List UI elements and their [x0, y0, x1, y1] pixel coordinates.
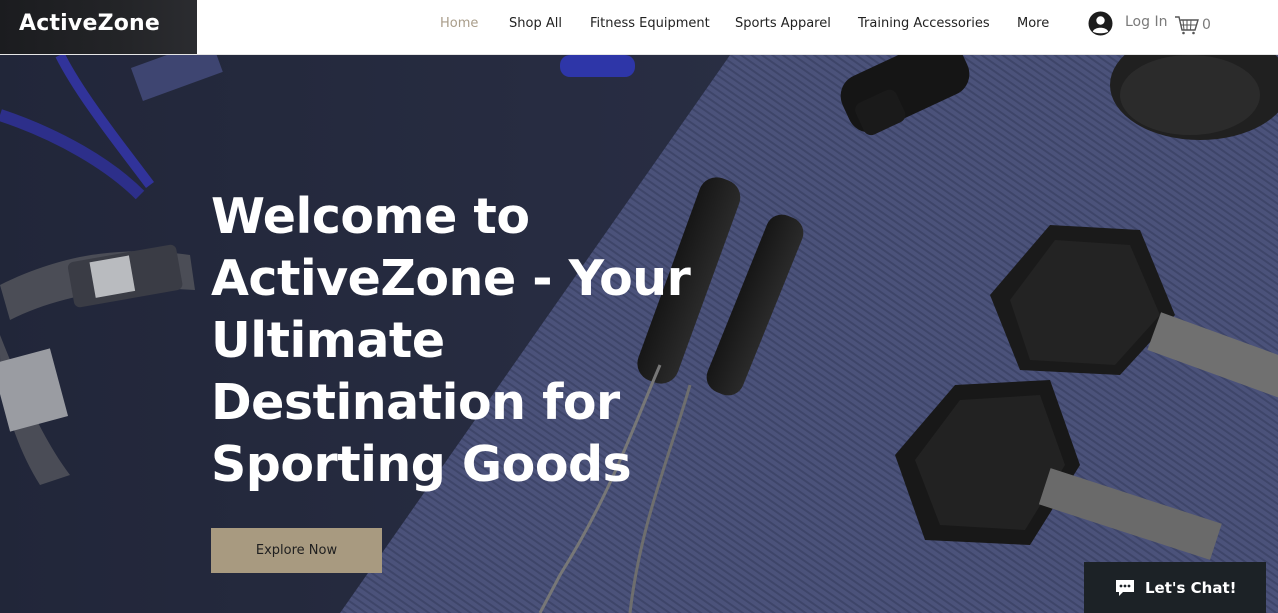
user-avatar-icon[interactable] — [1088, 11, 1113, 36]
nav-item-fitness-equipment[interactable]: Fitness Equipment — [590, 16, 710, 31]
nav-item-more[interactable]: More — [1017, 16, 1049, 31]
hero-section: Welcome to ActiveZone - Your Ultimate De… — [0, 55, 1278, 613]
hero-title: Welcome to ActiveZone - Your Ultimate De… — [211, 188, 691, 493]
site-header: ActiveZone Home Shop All Fitness Equipme… — [0, 0, 1278, 55]
shopping-basket-icon[interactable] — [1174, 13, 1200, 35]
nav-item-training-accessories[interactable]: Training Accessories — [858, 16, 990, 31]
nav-item-home[interactable]: Home — [440, 16, 478, 31]
nav-item-sports-apparel[interactable]: Sports Apparel — [735, 16, 831, 31]
explore-now-button[interactable]: Explore Now — [211, 528, 382, 573]
cart-count[interactable]: 0 — [1202, 17, 1211, 33]
chat-label: Let's Chat! — [1145, 578, 1237, 597]
nav-item-shop-all[interactable]: Shop All — [509, 16, 562, 31]
logo[interactable]: ActiveZone — [0, 0, 197, 54]
logo-text[interactable]: ActiveZone — [19, 11, 160, 36]
login-link[interactable]: Log In — [1125, 14, 1167, 30]
chat-bubble-icon — [1116, 579, 1134, 596]
chat-button[interactable]: Let's Chat! — [1084, 562, 1266, 613]
